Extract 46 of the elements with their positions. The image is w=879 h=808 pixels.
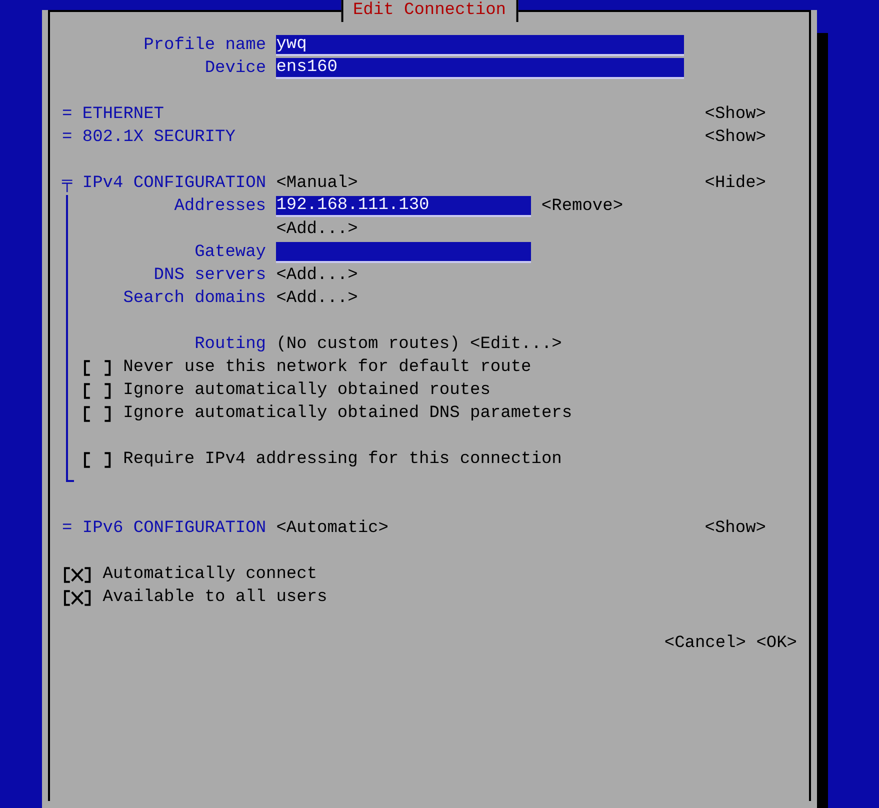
add-button[interactable]: <Add...> — [276, 218, 358, 241]
section-toggle-button[interactable]: <Show> — [704, 126, 766, 149]
text-field[interactable] — [276, 242, 532, 263]
field-label: Device — [204, 59, 266, 78]
field-label: Search domains — [122, 289, 266, 308]
section-marker: = — [62, 104, 74, 126]
checkbox[interactable] — [62, 566, 93, 582]
field-label: DNS servers — [152, 266, 266, 285]
checkbox-label: Never use this network for default route — [123, 358, 532, 377]
edit-button[interactable]: <Edit...> — [470, 333, 562, 356]
section-title: IPv6 CONFIGURATION — [82, 519, 266, 538]
section-marker: ╤ — [62, 173, 74, 195]
dialog-button[interactable]: <Cancel> — [664, 632, 746, 655]
text-field[interactable]: 192.168.111.130 — [276, 196, 532, 217]
remove-button[interactable]: <Remove> — [541, 195, 624, 218]
checkbox-label: Ignore automatically obtained DNS parameters — [123, 404, 572, 423]
field-label: Profile name — [142, 36, 266, 55]
checkbox[interactable] — [62, 590, 93, 606]
text-field[interactable]: ywq — [276, 35, 684, 56]
section-marker: = — [62, 127, 74, 149]
checkbox-label: Require IPv4 addressing for this connection — [123, 450, 562, 469]
section-toggle-button[interactable]: <Show> — [704, 103, 766, 126]
text-field[interactable]: ens160 — [276, 58, 684, 79]
add-button[interactable]: <Add...> — [276, 287, 358, 310]
checkbox[interactable] — [82, 452, 113, 468]
field-label: Addresses — [173, 197, 266, 216]
checkbox-label: Ignore automatically obtained routes — [123, 381, 490, 400]
section-title: IPv4 CONFIGURATION — [82, 174, 266, 193]
add-button[interactable]: <Add...> — [276, 264, 358, 287]
section-toggle-button[interactable]: <Hide> — [704, 172, 766, 195]
checkbox-label: Automatically connect — [102, 565, 318, 584]
mode-dropdown[interactable]: <Automatic> — [276, 517, 388, 540]
field-label: Gateway — [194, 243, 266, 262]
checkbox[interactable] — [82, 406, 113, 422]
routing-status: (No custom routes) — [276, 335, 460, 354]
section-toggle-button[interactable]: <Show> — [704, 517, 766, 540]
section-title: 802.1X SECURITY — [82, 128, 236, 147]
section-title: ETHERNET — [82, 105, 164, 124]
checkbox[interactable] — [82, 360, 113, 376]
field-label: Routing — [194, 335, 266, 354]
section-marker: = — [62, 518, 74, 540]
dialog-button[interactable]: <OK> — [756, 632, 797, 655]
window-title: Edit Connection — [340, 0, 518, 22]
mode-dropdown[interactable]: <Manual> — [276, 172, 358, 195]
checkbox-label: Available to all users — [102, 588, 328, 607]
checkbox[interactable] — [82, 382, 113, 398]
